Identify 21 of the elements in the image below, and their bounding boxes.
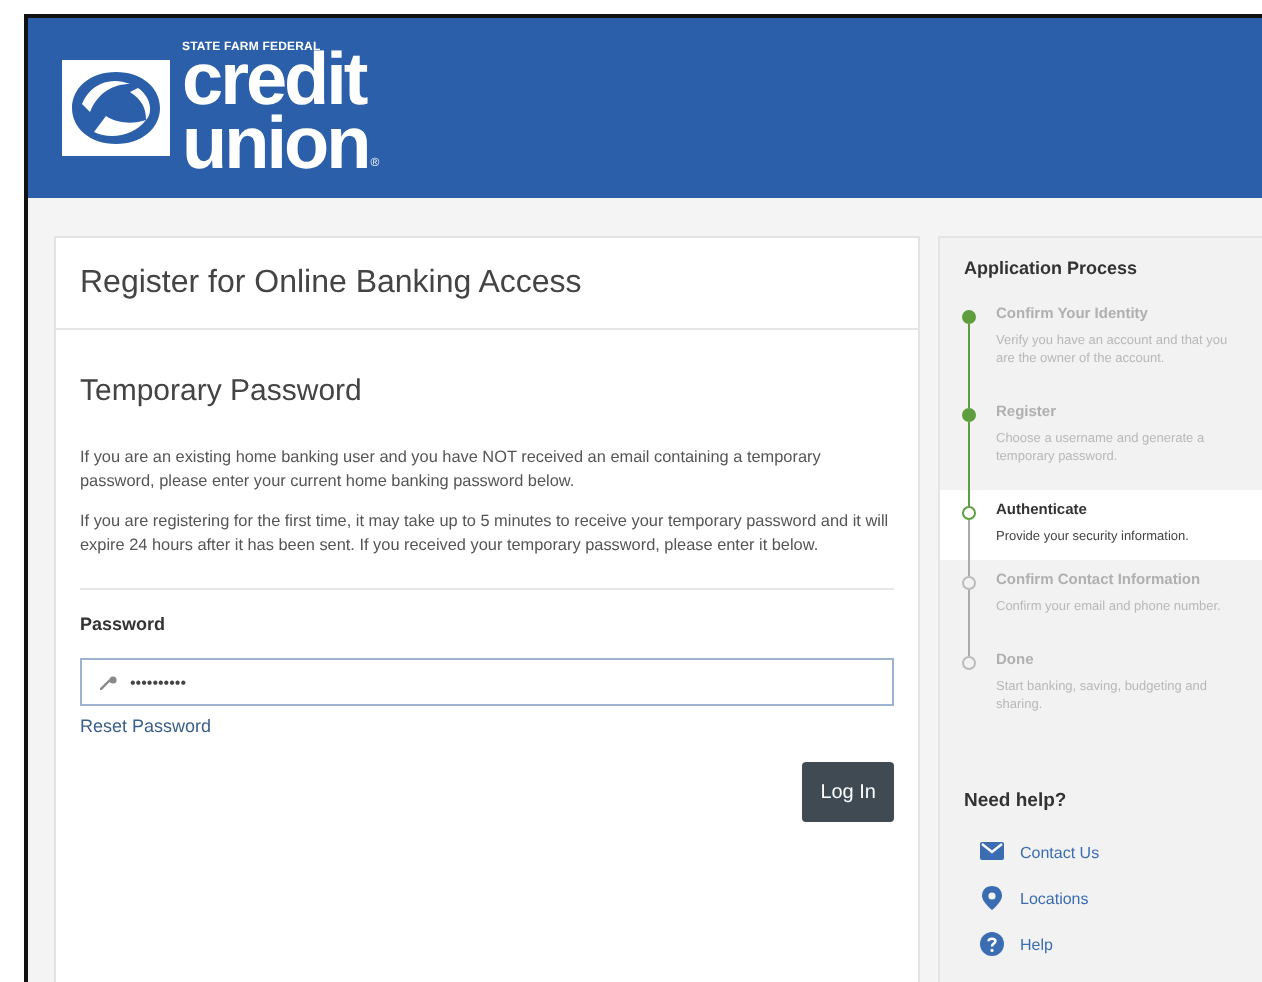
logo-wordmark: union [182, 111, 369, 174]
help-icon [980, 932, 1004, 956]
reset-password-link[interactable]: Reset Password [80, 716, 212, 736]
field-label: Password [80, 614, 168, 634]
instruction-text: If you are registering for the first time, it may take up to 5 minutes to receive your temporary password and it will expire 24 hours after it has been sent. If you received your temporary password, please enter it below. [80, 510, 891, 558]
location-pin-icon [980, 886, 1004, 910]
key-icon [100, 675, 118, 689]
instruction-text: If you are an existing home banking user and you have NOT received an email containing a temporary password, please enter your current home banking password below. [80, 446, 823, 494]
sidebar-title: Application Process [962, 258, 1140, 278]
logo-wordmark: credit [182, 48, 369, 111]
help-link[interactable]: Help [940, 932, 1262, 956]
sidebar-title: Need help? [962, 790, 1069, 812]
section-title: Temporary Password [80, 374, 364, 408]
help-link[interactable]: Locations [940, 886, 1262, 910]
password-input: •••••••••• [130, 673, 530, 691]
help-link[interactable]: Contact Us [940, 840, 1262, 864]
mail-icon [980, 840, 1004, 864]
logo-emblem-icon [62, 60, 170, 156]
password-field[interactable]: •••••••••• [80, 658, 894, 706]
page-title: Register for Online Banking Access [80, 266, 584, 302]
login-button[interactable]: Log In [802, 762, 894, 822]
